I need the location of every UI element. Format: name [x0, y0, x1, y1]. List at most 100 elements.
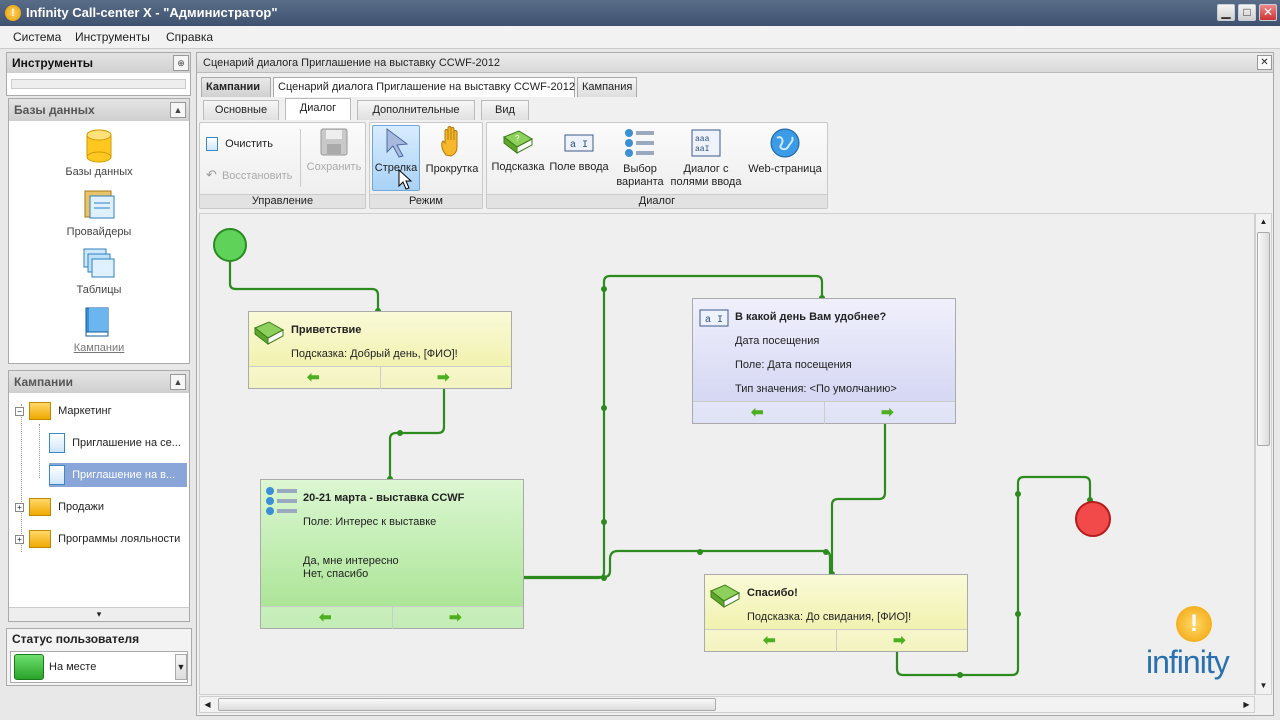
- node-title: Спасибо!: [747, 587, 798, 599]
- arrow-left-icon[interactable]: ⬅: [307, 368, 320, 386]
- hint-button[interactable]: ? Подсказка: [489, 127, 547, 174]
- tables-item[interactable]: Таблицы: [9, 247, 189, 296]
- pin-icon[interactable]: ⊕: [173, 55, 189, 71]
- scroll-right-icon[interactable]: ▶: [1239, 697, 1254, 712]
- flow-canvas[interactable]: Приветствие Подсказка: Добрый день, [ФИО…: [199, 213, 1255, 695]
- node-expo[interactable]: 20-21 марта - выставка CCWF Поле: Интере…: [260, 479, 524, 629]
- horizontal-scroll-thumb[interactable]: [218, 698, 716, 711]
- menu-system[interactable]: Система: [13, 30, 61, 44]
- hint-book-icon: [710, 584, 741, 609]
- arrow-left-icon[interactable]: ⬅: [763, 631, 776, 649]
- clear-button[interactable]: Очистить: [206, 137, 273, 151]
- restore-button-label: Восстановить: [221, 170, 293, 182]
- vertical-scrollbar[interactable]: ▲ ▼: [1255, 213, 1272, 695]
- web-page-button-label: Web-страница: [748, 163, 822, 175]
- node-option: Да, мне интересно: [303, 555, 399, 567]
- collapse-campaigns-icon[interactable]: ▲: [170, 374, 186, 390]
- tab-campaigns[interactable]: Кампании: [201, 77, 271, 97]
- restore-button[interactable]: ↶ Восстановить: [206, 167, 292, 183]
- choice-button[interactable]: Выбор варианта: [611, 127, 669, 189]
- arrow-right-icon[interactable]: ➡: [893, 631, 906, 649]
- providers-item[interactable]: Провайдеры: [9, 189, 189, 238]
- tree-item-label: Маркетинг: [58, 405, 112, 417]
- campaigns-panel-title: Кампании: [9, 371, 189, 393]
- menu-help[interactable]: Справка: [166, 30, 213, 44]
- panel-scroll-down-icon[interactable]: ▾: [9, 607, 189, 621]
- scroll-mode-button[interactable]: Прокрутка: [422, 125, 482, 176]
- arrow-right-icon[interactable]: ➡: [449, 608, 462, 626]
- arrow-left-icon[interactable]: ⬅: [319, 608, 332, 626]
- divider: [824, 402, 825, 424]
- ribbon-tab-view[interactable]: Вид: [481, 100, 529, 120]
- hint-button-label: Подсказка: [491, 161, 545, 173]
- collapse-databases-icon[interactable]: ▲: [170, 102, 186, 118]
- minimize-button[interactable]: ▁: [1217, 4, 1235, 21]
- user-status-select[interactable]: На месте ▼: [10, 651, 188, 683]
- document-title: Сценарий диалога Приглашение на выставку…: [203, 57, 500, 69]
- arrow-left-icon[interactable]: ⬅: [751, 403, 764, 421]
- tree-item-sales[interactable]: + Продажи: [15, 495, 104, 519]
- status-indicator-icon: [14, 654, 44, 680]
- node-thanks[interactable]: Спасибо! Подсказка: До свидания, [ФИО]! …: [704, 574, 968, 652]
- start-node-icon: [213, 228, 247, 262]
- node-field: Поле: Дата посещения: [735, 359, 852, 371]
- close-document-icon[interactable]: ✕: [1257, 55, 1272, 70]
- close-button[interactable]: ✕: [1259, 4, 1277, 21]
- scroll-left-icon[interactable]: ◀: [200, 697, 215, 712]
- campaigns-book-icon: [85, 307, 109, 337]
- cursor-arrow-icon: [386, 128, 409, 158]
- vertical-scroll-thumb[interactable]: [1257, 232, 1270, 446]
- form-dialog-button[interactable]: aaa aaI Диалог с полями ввода: [669, 127, 743, 189]
- tree-collapse-icon[interactable]: −: [15, 406, 24, 416]
- separator: [300, 129, 301, 187]
- tree-item-invite-1[interactable]: Приглашение на се...: [49, 431, 189, 455]
- tree-item-invite-2[interactable]: Приглашение на в...: [49, 463, 187, 487]
- scroll-down-icon[interactable]: ▼: [1256, 678, 1271, 693]
- tab-dialog-script[interactable]: Сценарий диалога Приглашение на выставку…: [273, 77, 575, 97]
- campaigns-item[interactable]: Кампании: [9, 305, 189, 354]
- tree-item-marketing[interactable]: − Маркетинг: [15, 399, 112, 423]
- app-icon: !: [5, 5, 21, 21]
- user-status-panel: Статус пользователя На месте ▼: [6, 628, 192, 686]
- list-choice-icon: [625, 129, 654, 157]
- title-bar: ! Infinity Call-center X - "Администрато…: [0, 0, 1280, 26]
- svg-text:a I: a I: [570, 140, 588, 151]
- maximize-button[interactable]: □: [1238, 4, 1256, 21]
- document-icon: [49, 433, 65, 454]
- document-icon: [206, 137, 218, 151]
- node-greeting[interactable]: Приветствие Подсказка: Добрый день, [ФИО…: [248, 311, 512, 389]
- ribbon-tab-dialog[interactable]: Диалог: [285, 98, 351, 120]
- arrow-right-icon[interactable]: ➡: [881, 403, 894, 421]
- ribbon-tab-additional[interactable]: Дополнительные: [357, 100, 475, 120]
- web-page-button[interactable]: Web-страница: [745, 127, 825, 176]
- tables-item-label: Таблицы: [76, 284, 122, 296]
- databases-item[interactable]: Базы данных: [9, 129, 189, 178]
- node-footer: ⬅ ➡: [693, 401, 955, 424]
- ribbon: Очистить ↶ Восстановить Сохранить Управл…: [199, 120, 829, 210]
- node-choose-day[interactable]: a I В какой день Вам удобнее? Дата посещ…: [692, 298, 956, 424]
- tree-item-loyalty[interactable]: + Программы лояльности: [15, 527, 180, 551]
- hint-book-icon: [254, 321, 285, 346]
- logo-text: infinity: [1146, 644, 1230, 680]
- user-status-title: Статус пользователя: [12, 632, 140, 646]
- node-title: В какой день Вам удобнее?: [735, 311, 887, 323]
- node-title: 20-21 марта - выставка CCWF: [303, 492, 465, 504]
- tab-campaign[interactable]: Кампания: [577, 77, 637, 97]
- chevron-down-icon[interactable]: ▼: [175, 654, 187, 680]
- databases-panel-title: Базы данных: [9, 99, 189, 121]
- logo-mark-icon: !: [1176, 606, 1212, 642]
- scroll-up-icon[interactable]: ▲: [1256, 214, 1271, 229]
- providers-icon: [84, 190, 115, 219]
- tree-expand-icon[interactable]: +: [15, 534, 24, 544]
- tree-line: [39, 424, 40, 478]
- save-button[interactable]: Сохранить: [304, 127, 364, 174]
- arrow-right-icon[interactable]: ➡: [437, 368, 450, 386]
- horizontal-scrollbar[interactable]: ◀ ▶: [199, 696, 1255, 713]
- document-icon: [49, 465, 65, 486]
- input-field-button[interactable]: a I Поле ввода: [547, 127, 611, 174]
- tree-expand-icon[interactable]: +: [15, 502, 24, 512]
- node-footer: ⬅ ➡: [249, 366, 511, 389]
- menu-tools[interactable]: Инструменты: [75, 30, 150, 44]
- ribbon-group-control-label: Управление: [200, 194, 365, 208]
- ribbon-tab-main[interactable]: Основные: [203, 100, 279, 120]
